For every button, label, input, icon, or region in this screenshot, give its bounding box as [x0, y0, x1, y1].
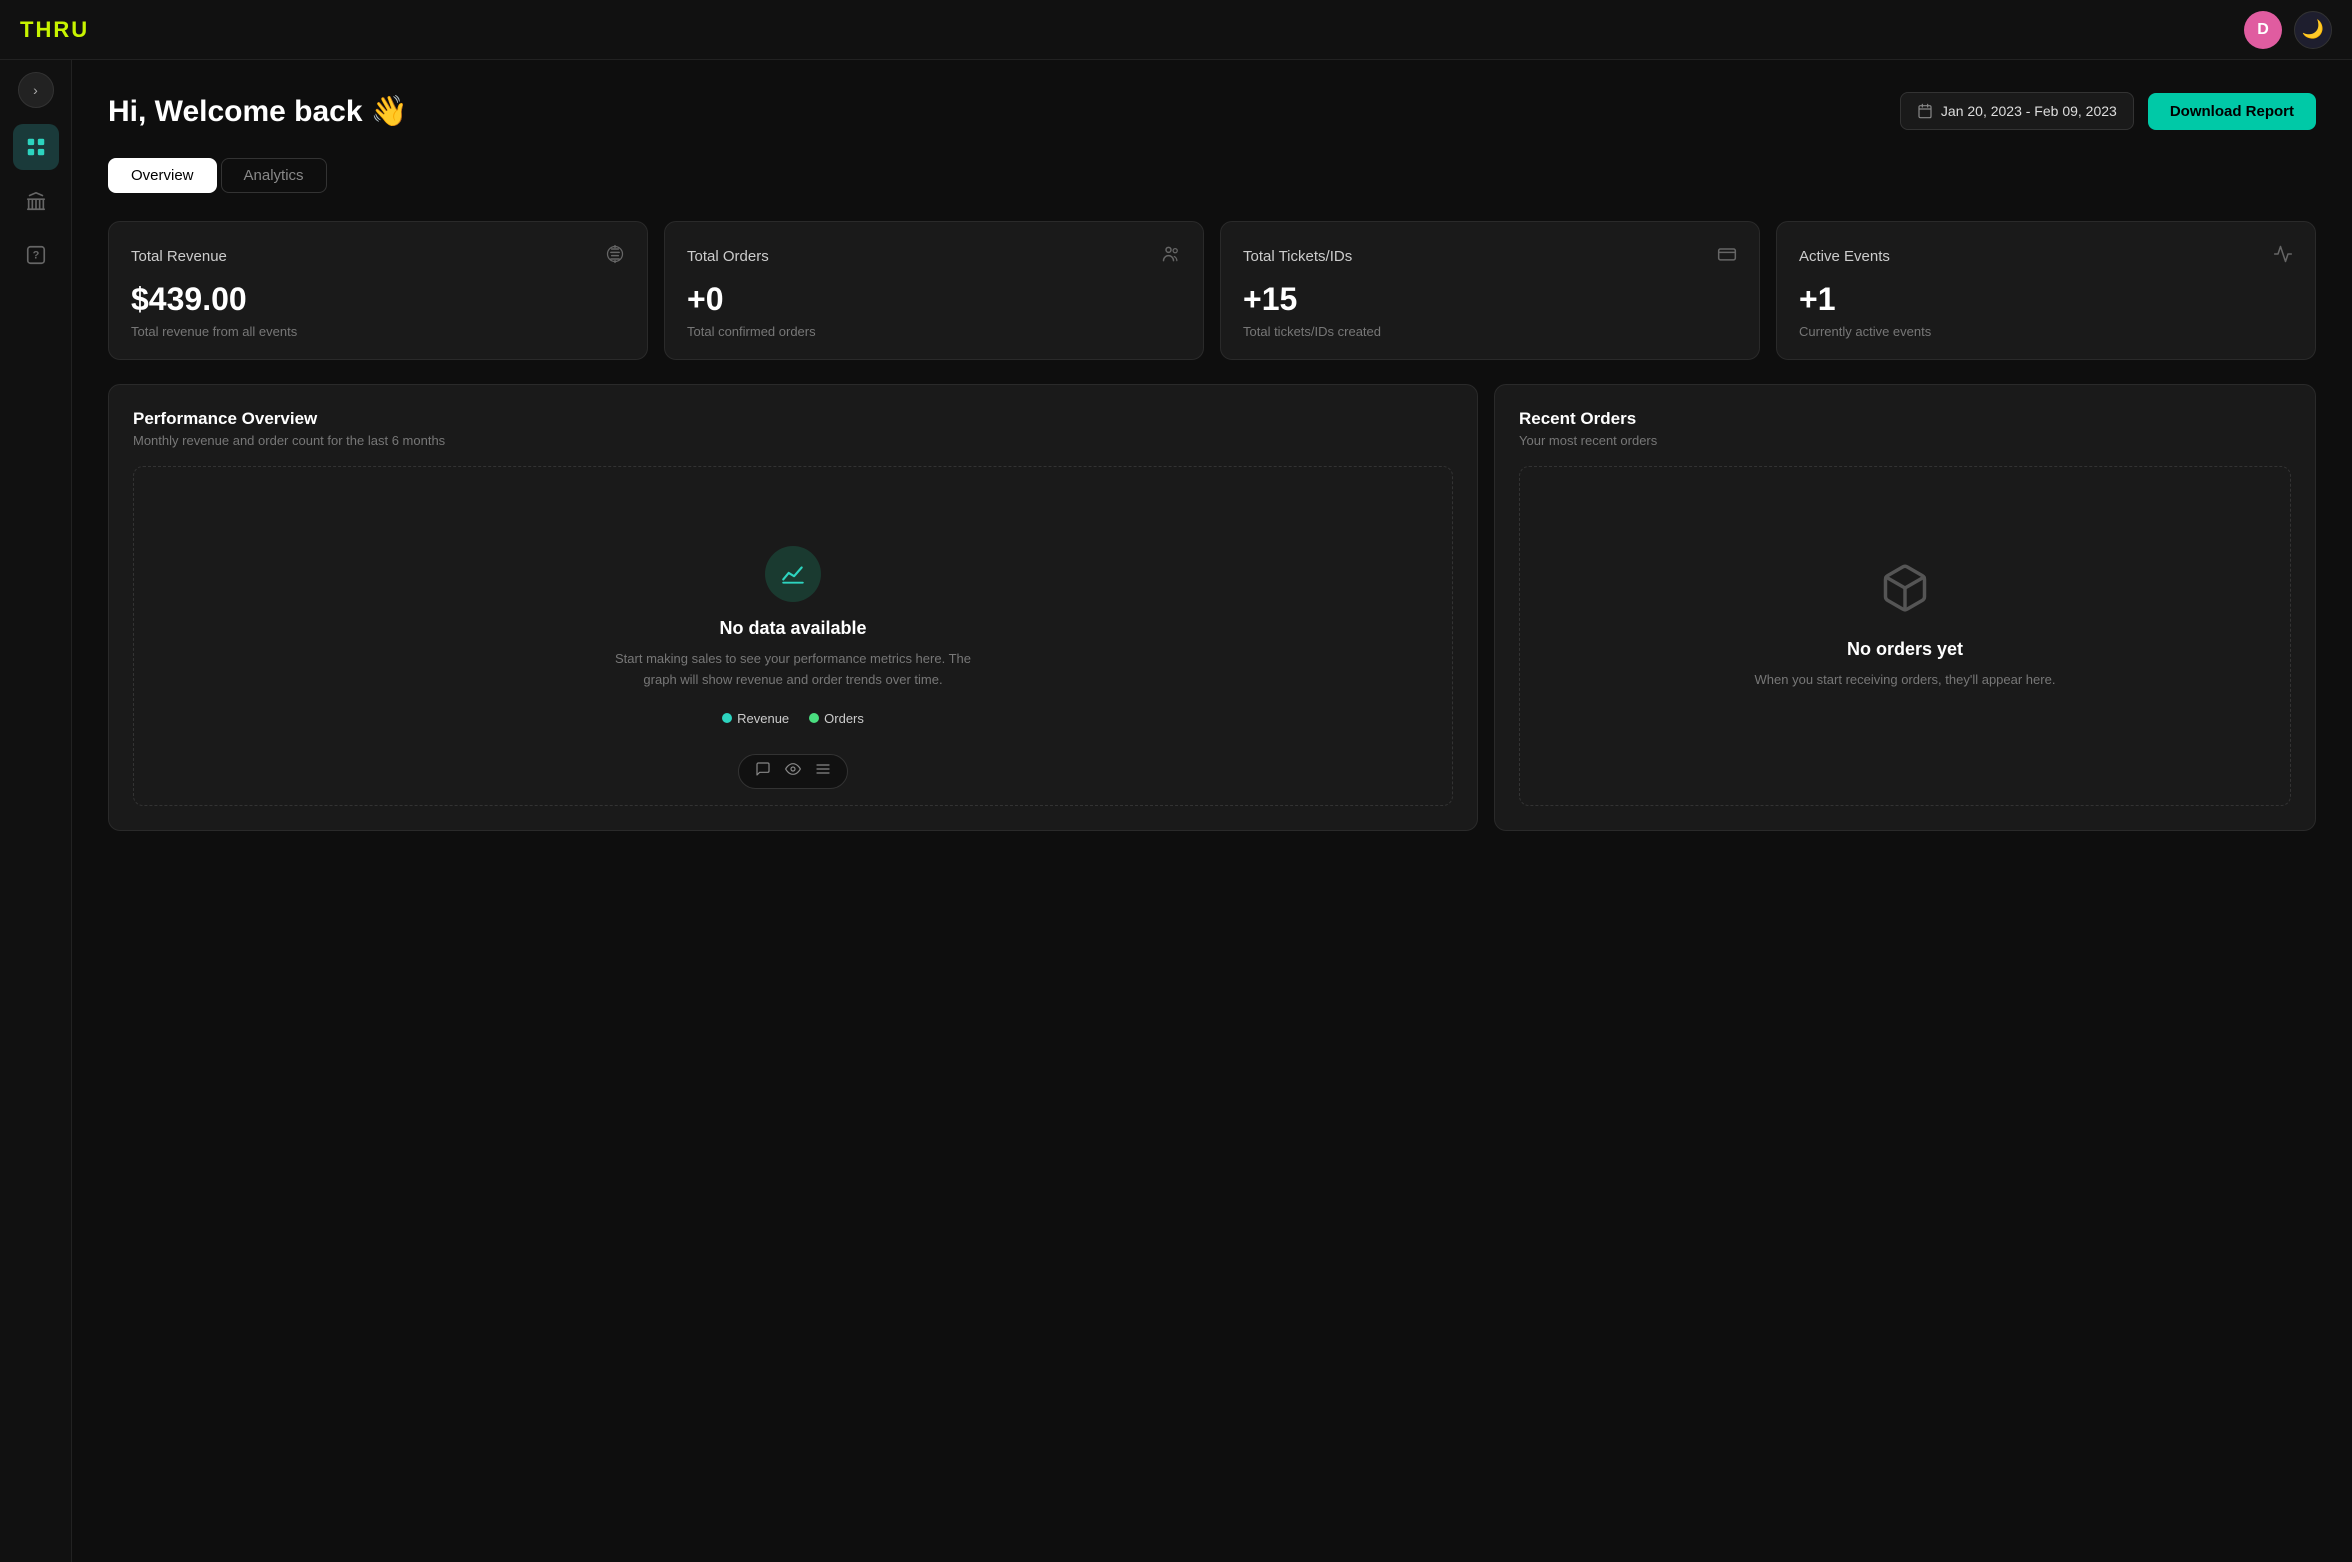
stat-desc-tickets: Total tickets/IDs created: [1243, 324, 1737, 339]
performance-empty-desc: Start making sales to see your performan…: [603, 649, 983, 691]
sidebar-item-bank[interactable]: [13, 178, 59, 224]
stat-card-total-revenue: Total Revenue $439.00 Total revenue from…: [108, 221, 648, 360]
sidebar-item-dashboard[interactable]: [13, 124, 59, 170]
users-icon: [1161, 244, 1181, 269]
header-row: Hi, Welcome back 👋 Jan 20, 2023 - Feb 09…: [108, 92, 2316, 130]
bottom-panels: Performance Overview Monthly revenue and…: [108, 384, 2316, 831]
legend-orders: Orders: [809, 711, 864, 726]
stat-desc-orders: Total confirmed orders: [687, 324, 1181, 339]
stat-label-revenue: Total Revenue: [131, 248, 227, 265]
sidebar-item-help[interactable]: ?: [13, 232, 59, 278]
help-icon: ?: [25, 244, 47, 266]
stat-label-orders: Total Orders: [687, 248, 769, 265]
chat-toolbar-icon[interactable]: [755, 761, 771, 782]
sidebar: › ?: [0, 60, 72, 1562]
header-actions: Jan 20, 2023 - Feb 09, 2023 Download Rep…: [1900, 92, 2316, 130]
topnav-right: D 🌙: [2244, 11, 2332, 49]
dollar-icon: [605, 244, 625, 269]
stat-value-orders: +0: [687, 281, 1181, 318]
legend-dot-revenue: [722, 713, 732, 723]
tabs-row: Overview Analytics: [108, 158, 2316, 193]
stat-card-header: Total Revenue: [131, 244, 625, 269]
card-icon: [1717, 244, 1737, 269]
dashboard-icon: [25, 136, 47, 158]
chart-toolbar: [738, 754, 848, 789]
logo: THRU: [20, 17, 89, 43]
box-icon: [1879, 562, 1931, 625]
menu-toolbar-icon[interactable]: [815, 761, 831, 782]
stat-desc-revenue: Total revenue from all events: [131, 324, 625, 339]
sidebar-toggle-button[interactable]: ›: [18, 72, 54, 108]
legend-revenue: Revenue: [722, 711, 789, 726]
line-chart-icon: [780, 561, 806, 587]
performance-subtitle: Monthly revenue and order count for the …: [133, 433, 1453, 448]
chart-empty-icon: [765, 546, 821, 602]
stat-value-revenue: $439.00: [131, 281, 625, 318]
user-avatar[interactable]: D: [2244, 11, 2282, 49]
orders-title: Recent Orders: [1519, 409, 2291, 429]
stat-label-tickets: Total Tickets/IDs: [1243, 248, 1352, 265]
tab-overview[interactable]: Overview: [108, 158, 217, 193]
orders-empty-desc: When you start receiving orders, they'll…: [1755, 670, 2056, 691]
activity-icon: [2273, 244, 2293, 269]
recent-orders-panel: Recent Orders Your most recent orders No…: [1494, 384, 2316, 831]
bank-icon: [25, 190, 47, 212]
stat-value-tickets: +15: [1243, 281, 1737, 318]
performance-chart-area: No data available Start making sales to …: [133, 466, 1453, 806]
stat-desc-events: Currently active events: [1799, 324, 2293, 339]
performance-empty-title: No data available: [719, 618, 866, 639]
download-report-button[interactable]: Download Report: [2148, 93, 2316, 130]
performance-title: Performance Overview: [133, 409, 1453, 429]
stat-card-header-tickets: Total Tickets/IDs: [1243, 244, 1737, 269]
stat-card-active-events: Active Events +1 Currently active events: [1776, 221, 2316, 360]
theme-toggle-button[interactable]: 🌙: [2294, 11, 2332, 49]
svg-text:?: ?: [32, 250, 39, 262]
welcome-heading: Hi, Welcome back 👋: [108, 94, 408, 129]
stat-card-header-events: Active Events: [1799, 244, 2293, 269]
stat-card-total-orders: Total Orders +0 Total confirmed orders: [664, 221, 1204, 360]
stat-cards-grid: Total Revenue $439.00 Total revenue from…: [108, 221, 2316, 360]
stat-label-events: Active Events: [1799, 248, 1890, 265]
stat-card-header-orders: Total Orders: [687, 244, 1181, 269]
orders-empty-title: No orders yet: [1847, 639, 1963, 660]
layout: › ? Hi, Welcome back: [0, 60, 2352, 1562]
tab-analytics[interactable]: Analytics: [221, 158, 327, 193]
chart-legend: Revenue Orders: [722, 711, 864, 726]
date-range-picker[interactable]: Jan 20, 2023 - Feb 09, 2023: [1900, 92, 2134, 130]
stat-value-events: +1: [1799, 281, 2293, 318]
calendar-icon: [1917, 103, 1933, 119]
orders-empty-area: No orders yet When you start receiving o…: [1519, 466, 2291, 806]
performance-panel: Performance Overview Monthly revenue and…: [108, 384, 1478, 831]
topnav: THRU D 🌙: [0, 0, 2352, 60]
stat-card-total-tickets: Total Tickets/IDs +15 Total tickets/IDs …: [1220, 221, 1760, 360]
main-content: Hi, Welcome back 👋 Jan 20, 2023 - Feb 09…: [72, 60, 2352, 1562]
eye-toolbar-icon[interactable]: [785, 761, 801, 782]
orders-subtitle: Your most recent orders: [1519, 433, 2291, 448]
legend-dot-orders: [809, 713, 819, 723]
